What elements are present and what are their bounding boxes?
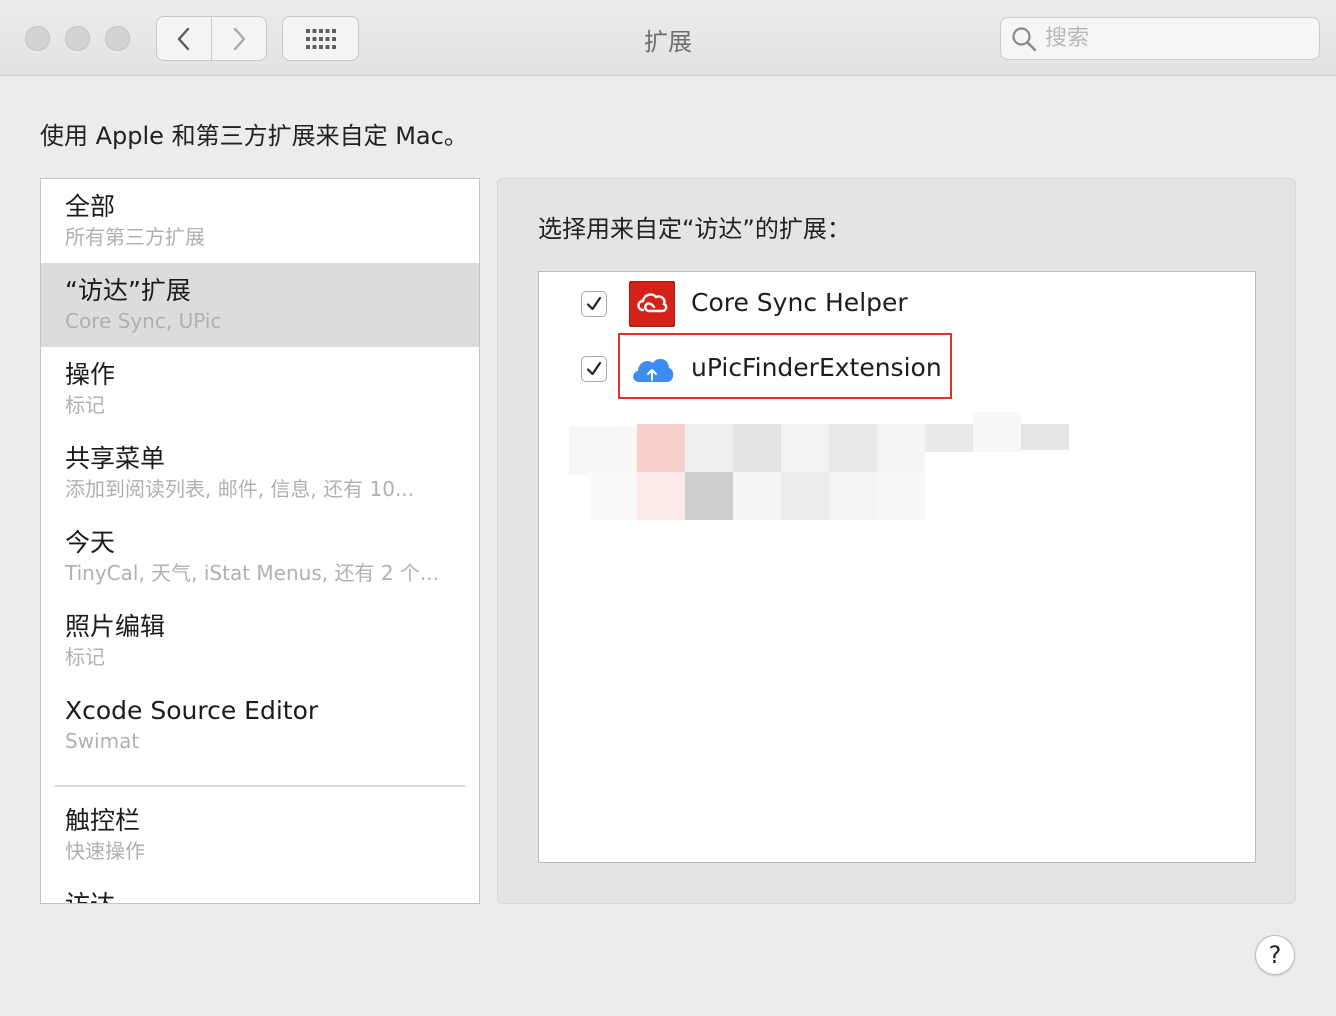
list-divider (55, 785, 465, 787)
chevron-left-icon (177, 27, 190, 50)
category-share-menu[interactable]: 共享菜单 添加到阅读列表, 邮件, 信息, 还有 10... (41, 431, 479, 515)
category-subtitle: TinyCal, 天气, iStat Menus, 还有 2 个... (65, 561, 439, 585)
search-field[interactable] (1000, 17, 1320, 60)
panel-title: 选择用来自定“访达”的扩展： (538, 215, 851, 243)
category-xcode-source-editor[interactable]: Xcode Source Editor Swimat (41, 683, 479, 767)
help-button[interactable]: ? (1255, 935, 1295, 975)
extension-detail-panel: 选择用来自定“访达”的扩展： Core Sync Helper uPicFind… (497, 178, 1296, 904)
title-bar: 扩展 (0, 0, 1336, 76)
category-all[interactable]: 全部 所有第三方扩展 (41, 179, 479, 263)
chevron-right-icon (233, 27, 246, 50)
category-subtitle: 标记 (65, 393, 105, 417)
category-touch-bar[interactable]: 触控栏 快速操作 (41, 793, 479, 877)
back-button[interactable] (157, 17, 211, 60)
category-title: 共享菜单 (65, 444, 166, 473)
extension-name: Core Sync Helper (691, 288, 908, 317)
minimize-window-button[interactable] (65, 26, 90, 51)
category-finder-extensions[interactable]: “访达”扩展 Core Sync, UPic (41, 263, 479, 347)
category-actions[interactable]: 操作 标记 (41, 347, 479, 431)
category-title: 触控栏 (65, 806, 141, 835)
forward-button[interactable] (211, 17, 266, 60)
category-title: 照片编辑 (65, 612, 166, 641)
highlight-box (618, 333, 952, 399)
category-subtitle: Swimat (65, 729, 140, 753)
category-title: 操作 (65, 360, 116, 389)
checkmark-icon (586, 296, 602, 311)
search-icon (1012, 26, 1037, 51)
extension-category-list: 全部 所有第三方扩展 “访达”扩展 Core Sync, UPic 操作 标记 … (40, 178, 480, 904)
category-title: Xcode Source Editor (65, 696, 319, 725)
category-subtitle: 快速操作 (65, 839, 145, 863)
upic-checkbox[interactable] (581, 356, 607, 382)
zoom-window-button[interactable] (105, 26, 130, 51)
adobe-creative-cloud-icon (628, 280, 676, 328)
show-all-button[interactable] (282, 16, 359, 61)
category-subtitle: Core Sync, UPic (65, 309, 222, 333)
checkmark-icon (586, 361, 602, 376)
category-title: 访达 (65, 889, 479, 903)
extension-list: Core Sync Helper uPicFinderExtension (538, 271, 1256, 863)
category-finder[interactable]: 访达 (41, 877, 479, 903)
category-subtitle: 所有第三方扩展 (65, 225, 205, 249)
category-subtitle: 标记 (65, 645, 105, 669)
category-subtitle: 添加到阅读列表, 邮件, 信息, 还有 10... (65, 477, 415, 501)
window-title: 扩展 (644, 28, 692, 56)
core-sync-checkbox[interactable] (581, 291, 607, 317)
close-window-button[interactable] (25, 26, 50, 51)
grid-icon (305, 28, 336, 49)
category-today[interactable]: 今天 TinyCal, 天气, iStat Menus, 还有 2 个... (41, 515, 479, 599)
category-photos-editing[interactable]: 照片编辑 标记 (41, 599, 479, 683)
navigation-buttons (156, 16, 267, 61)
search-input[interactable] (1045, 26, 1305, 51)
category-title: 今天 (65, 528, 116, 557)
category-title: “访达”扩展 (65, 276, 191, 305)
category-title: 全部 (65, 192, 116, 221)
intro-text: 使用 Apple 和第三方扩展来自定 Mac。 (40, 122, 468, 150)
